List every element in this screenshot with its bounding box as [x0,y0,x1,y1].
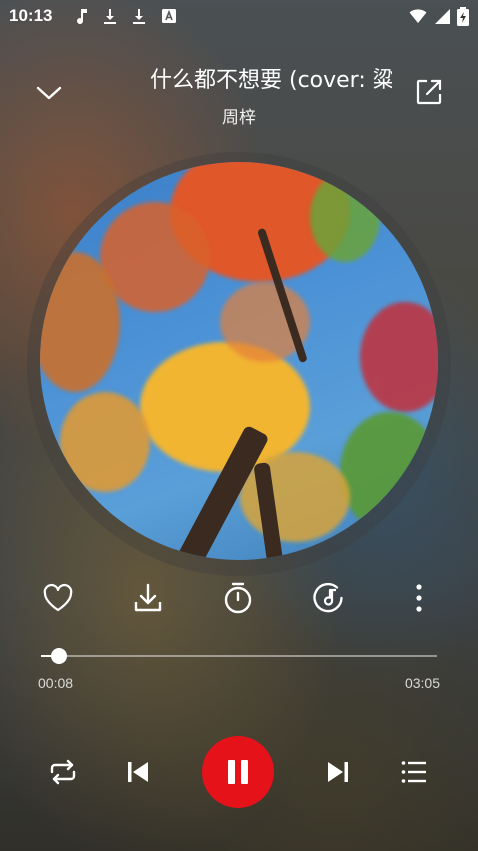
next-button[interactable] [318,752,358,792]
artist-name[interactable]: 周梓 [0,103,478,128]
sleep-timer-button[interactable] [218,578,258,618]
music-note-icon [72,7,90,25]
signal-icon [433,7,451,25]
status-time: 10:13 [9,6,53,25]
status-bar: 10:13 [0,0,478,34]
translate-icon [160,7,178,25]
album-cover[interactable] [40,162,438,560]
heart-icon [42,583,74,613]
external-link-icon [415,78,443,106]
repeat-mode-button[interactable] [43,752,83,792]
elapsed-time: 00:08 [38,675,74,691]
more-vertical-icon [414,583,424,613]
progress-thumb[interactable] [50,648,67,664]
song-title: 什么都不想要 (cover: 粱 [150,68,392,92]
playlist-icon [400,759,428,785]
progress-bar[interactable] [41,655,437,657]
song-info-button[interactable] [308,578,348,618]
like-button[interactable] [38,578,78,618]
music-disc-icon [311,581,345,615]
previous-icon [125,759,151,785]
battery-charging-icon [456,7,470,26]
timer-icon [222,581,254,615]
download-icon [130,7,148,25]
next-icon [325,759,351,785]
download-icon [101,7,119,25]
pause-button[interactable] [202,736,274,808]
total-time: 03:05 [404,675,440,691]
share-button[interactable] [410,73,448,111]
pause-icon [223,757,253,787]
playlist-button[interactable] [394,752,434,792]
chevron-down-icon [34,83,64,103]
download-icon [132,582,164,614]
download-button[interactable] [128,578,168,618]
repeat-icon [48,759,78,785]
wifi-icon [409,7,427,25]
previous-button[interactable] [118,752,158,792]
more-options-button[interactable] [399,578,439,618]
